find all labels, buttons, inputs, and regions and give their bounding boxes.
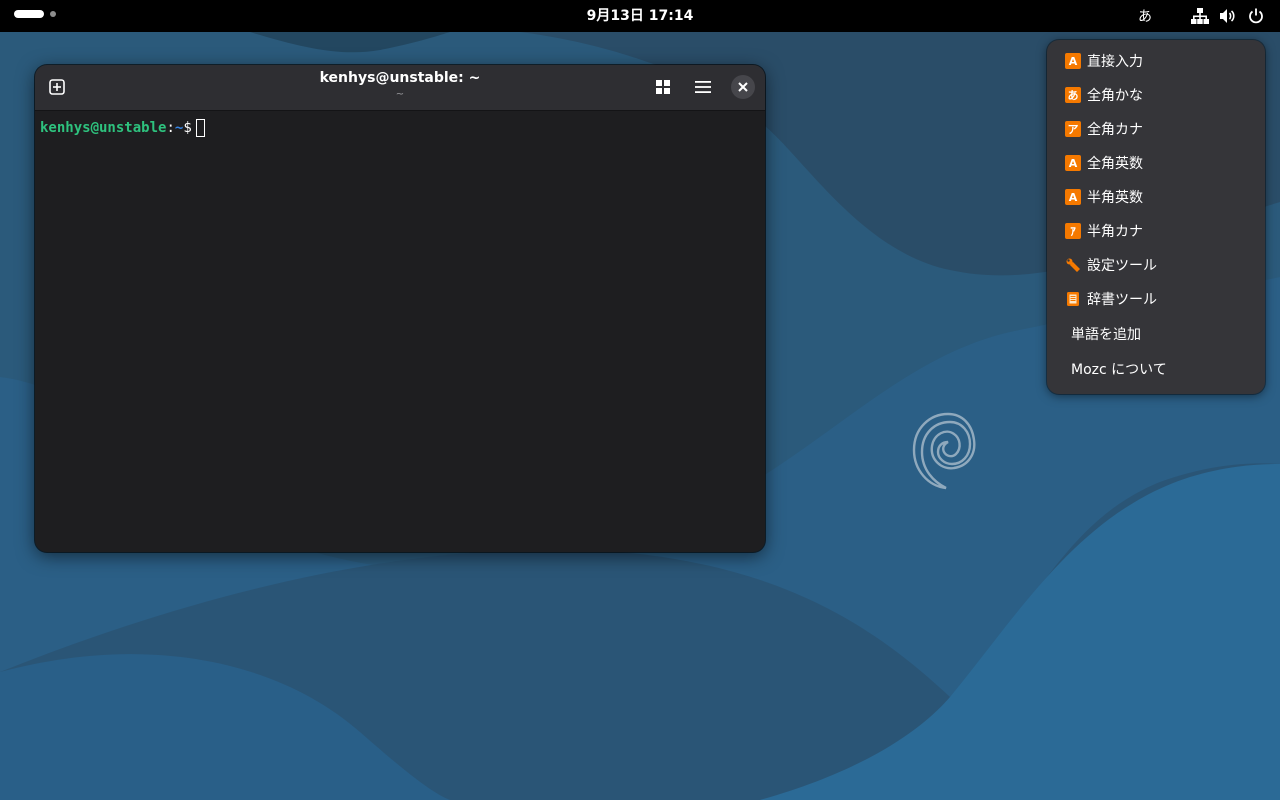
half-alphanumeric-icon: A (1065, 189, 1081, 205)
tab-overview-button[interactable] (649, 73, 677, 101)
clock-label[interactable]: 9月13日 17:14 (587, 8, 694, 24)
system-tray: あ (1138, 0, 1266, 32)
menu-item-label: 半角英数 (1087, 190, 1143, 206)
menu-item-settings-tool[interactable]: 設定ツール (1053, 248, 1259, 282)
shell-prompt: kenhys@unstable:~$ (40, 119, 205, 137)
input-method-indicator[interactable]: あ (1138, 6, 1152, 26)
close-window-button[interactable] (731, 75, 755, 99)
main-menu-button[interactable] (689, 73, 717, 101)
menu-item-hiragana[interactable]: あ 全角かな (1053, 78, 1259, 112)
new-tab-icon (49, 79, 65, 95)
menu-item-label: 設定ツール (1087, 258, 1157, 274)
menu-item-half-katakana[interactable]: ｱ 半角カナ (1053, 214, 1259, 248)
menu-item-label: 半角カナ (1087, 224, 1143, 240)
activities-button[interactable] (14, 10, 56, 18)
network-icon[interactable] (1190, 6, 1210, 26)
top-bar: 9月13日 17:14 あ (0, 0, 1280, 32)
power-icon[interactable] (1246, 6, 1266, 26)
workspace-indicator-active[interactable] (14, 10, 44, 18)
menu-item-half-alphanumeric[interactable]: A 半角英数 (1053, 180, 1259, 214)
full-katakana-icon: ア (1065, 121, 1081, 137)
volume-icon[interactable] (1218, 6, 1238, 26)
full-alphanumeric-icon: A (1065, 155, 1081, 171)
menu-item-dictionary-tool[interactable]: 辞書ツール (1053, 282, 1259, 316)
direct-input-icon: A (1065, 53, 1081, 69)
menu-item-label: Mozc について (1071, 362, 1167, 378)
dictionary-icon (1065, 291, 1081, 307)
menu-item-full-katakana[interactable]: ア 全角カナ (1053, 112, 1259, 146)
menu-item-add-word[interactable]: 単語を追加 (1053, 317, 1259, 351)
input-method-menu: A 直接入力 あ 全角かな ア 全角カナ A 全角英数 A 半角英数 ｱ 半角カ… (1047, 40, 1265, 394)
terminal-headerbar[interactable]: kenhys@unstable: ~ ~ (35, 65, 765, 111)
hamburger-menu-icon (695, 81, 711, 93)
menu-item-label: 辞書ツール (1087, 292, 1157, 308)
menu-item-label: 全角英数 (1087, 156, 1143, 172)
workspace-indicator[interactable] (50, 11, 56, 17)
grid-icon (656, 80, 670, 94)
prompt-symbol: $ (183, 120, 192, 136)
clock: 9月13日 17:14 (0, 0, 1280, 32)
terminal-window: kenhys@unstable: ~ ~ kenhys@unstable:~$ (35, 65, 765, 552)
text-cursor (195, 119, 205, 137)
prompt-user-host: kenhys@unstable (40, 120, 167, 136)
menu-item-label: 全角カナ (1087, 122, 1143, 138)
menu-item-about-mozc[interactable]: Mozc について (1053, 352, 1259, 386)
menu-item-label: 直接入力 (1087, 54, 1143, 70)
menu-item-label: 全角かな (1087, 88, 1143, 104)
debian-swirl-logo (908, 410, 978, 492)
wrench-icon (1065, 257, 1081, 273)
terminal-text-area[interactable]: kenhys@unstable:~$ (35, 111, 765, 552)
prompt-colon: : (166, 120, 175, 136)
close-icon (738, 82, 748, 92)
menu-item-direct-input[interactable]: A 直接入力 (1053, 44, 1259, 78)
new-tab-button[interactable] (43, 73, 71, 101)
menu-item-label: 単語を追加 (1071, 327, 1141, 343)
half-katakana-icon: ｱ (1065, 223, 1081, 239)
hiragana-icon: あ (1065, 87, 1081, 103)
menu-item-full-alphanumeric[interactable]: A 全角英数 (1053, 146, 1259, 180)
